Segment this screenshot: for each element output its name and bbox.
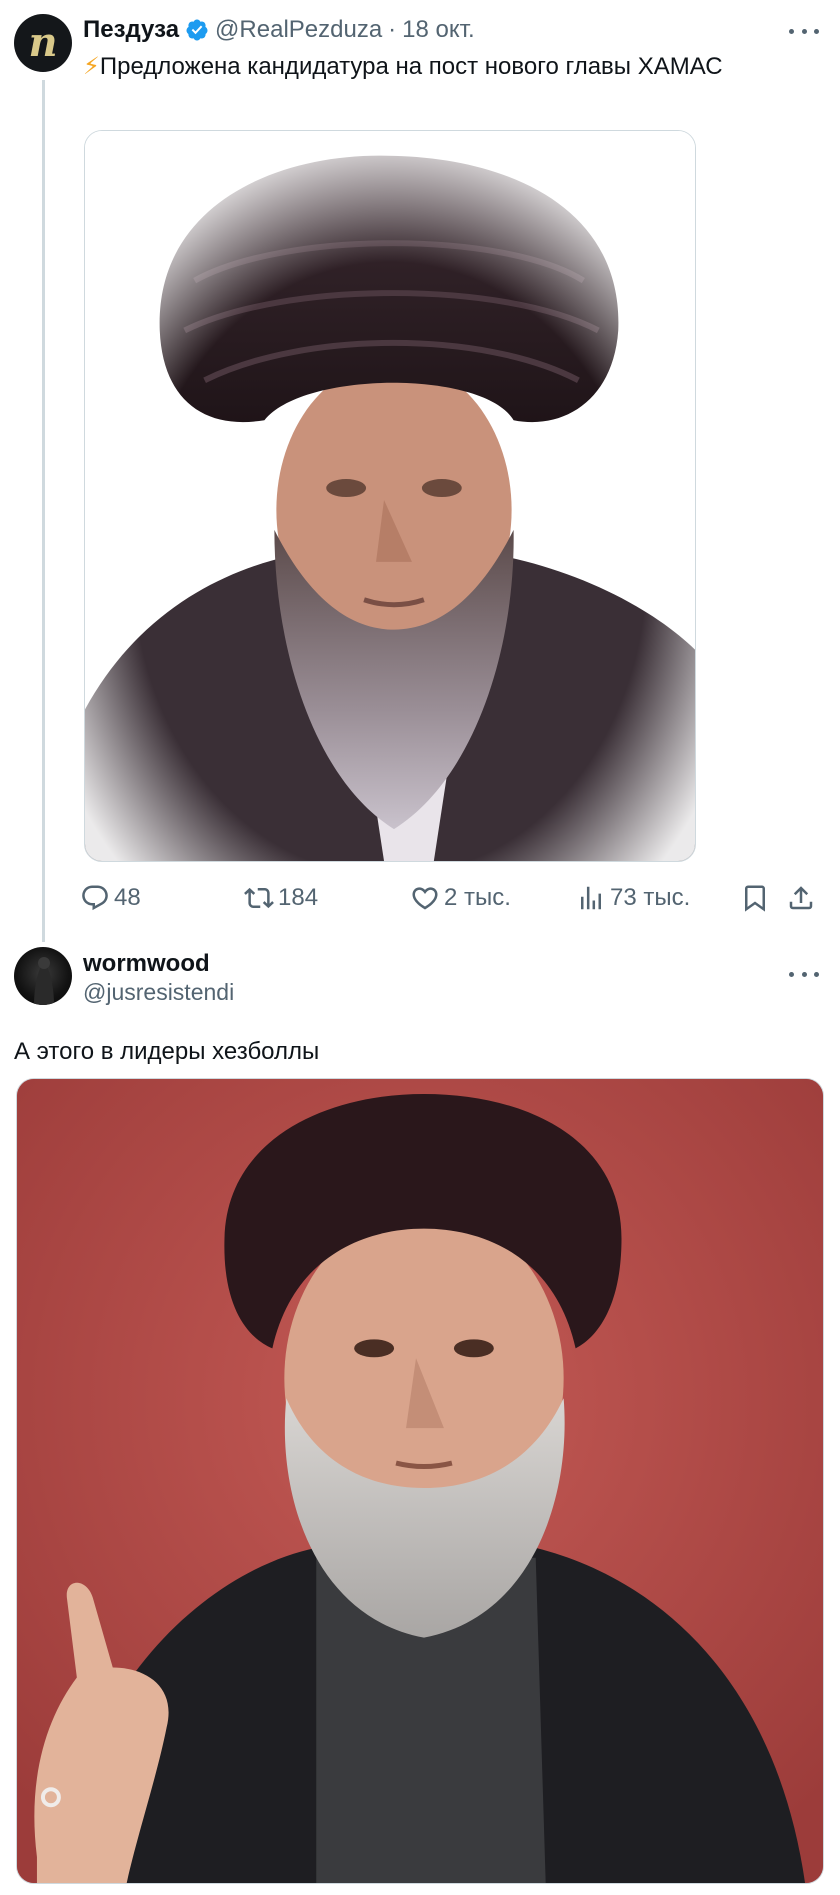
cleric-portrait-illustration: [85, 131, 695, 861]
like-icon: [412, 887, 438, 910]
like-count: 2 тыс.: [444, 884, 511, 911]
tweet-image-2[interactable]: [16, 1078, 824, 1884]
tweet-date[interactable]: 18 окт.: [402, 16, 474, 44]
repost-count: 184: [278, 884, 319, 911]
like-button[interactable]: 2 тыс.: [410, 880, 511, 916]
tweet-text-body: Предложена кандидатура на пост нового гл…: [99, 53, 723, 80]
tweet-header: Пездуза @RealPezduza · 18 окт.: [83, 14, 475, 46]
more-icon[interactable]: [789, 962, 819, 986]
more-icon[interactable]: [789, 19, 819, 43]
reply-count: 48: [114, 884, 141, 911]
dark-figure-avatar-image: [34, 957, 54, 1005]
bookmark-icon: [745, 885, 765, 912]
thread-connector-line: [42, 80, 45, 942]
repost-button[interactable]: 184: [244, 880, 318, 916]
share-icon: [789, 886, 813, 910]
author-name[interactable]: Пездуза: [83, 16, 179, 44]
author-handle[interactable]: @RealPezduza: [215, 16, 382, 44]
author-avatar[interactable]: [14, 947, 72, 1005]
tweet-1: n Пездуза @RealPezduza · 18 окт. ⚡Предло…: [0, 0, 840, 945]
tweet-actions: 48 184 2 тыс. 73 тыс.: [80, 880, 824, 916]
repost-icon: [244, 887, 274, 909]
bookmark-button[interactable]: [740, 880, 774, 916]
views-button[interactable]: 73 тыс.: [576, 880, 690, 916]
lightning-emoji: ⚡: [83, 53, 100, 80]
author-avatar[interactable]: n: [14, 14, 72, 72]
avatar-letter: n: [28, 19, 58, 66]
cleric-pointing-illustration: [17, 1079, 823, 1883]
author-handle[interactable]: @jusresistendi: [83, 978, 234, 1006]
tweet-2: wormwood @jusresistendi А этого в лидеры…: [0, 945, 840, 1895]
share-button[interactable]: [786, 880, 820, 916]
views-count: 73 тыс.: [610, 884, 691, 911]
tweet-image-1[interactable]: [84, 130, 696, 862]
reply-icon: [82, 885, 108, 911]
reply-button[interactable]: 48: [80, 880, 141, 916]
header-separator: ·: [388, 16, 397, 43]
views-icon: [581, 886, 601, 910]
verified-badge-icon: [185, 18, 209, 42]
tweet-text: ⚡Предложена кандидатура на пост нового г…: [83, 52, 773, 82]
author-name[interactable]: wormwood: [83, 949, 210, 979]
tweet-text: А этого в лидеры хезболлы: [14, 1038, 320, 1065]
